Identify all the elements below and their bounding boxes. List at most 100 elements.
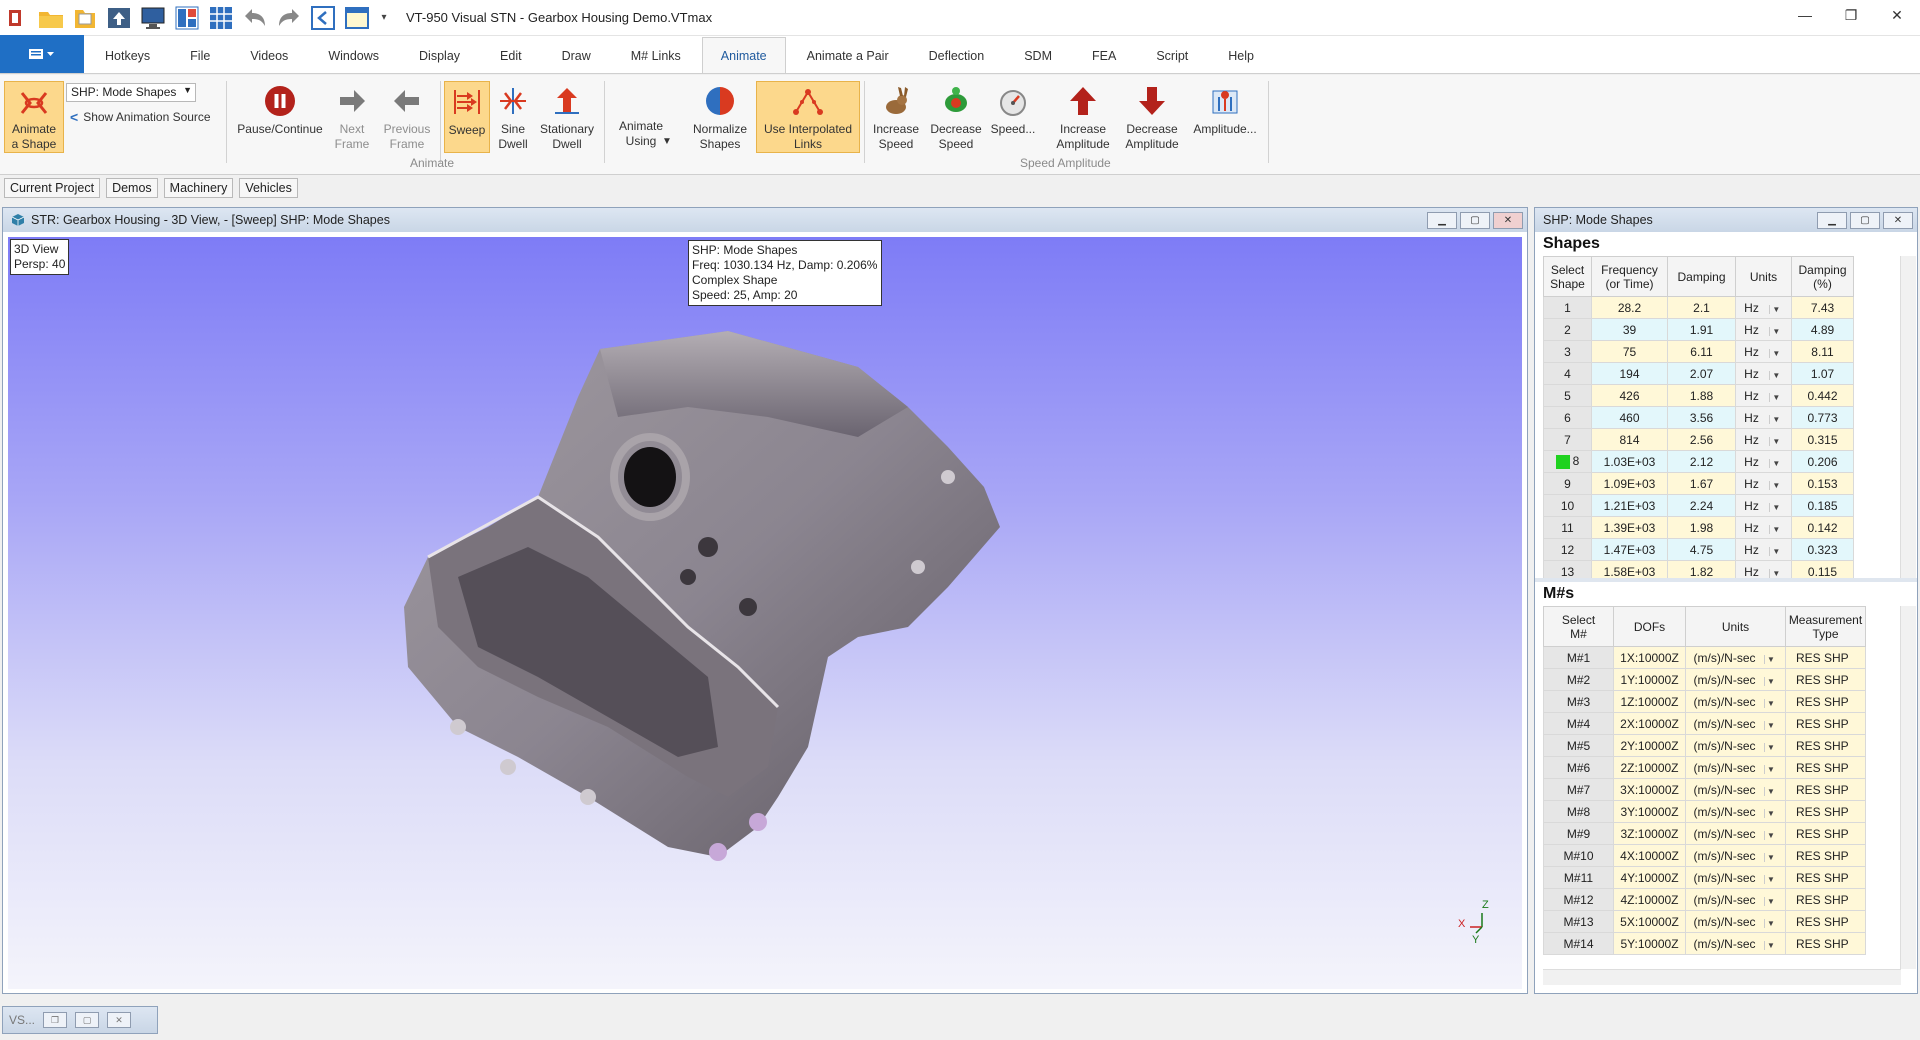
damping-cell[interactable]: 6.11	[1667, 340, 1736, 363]
measurement-type-cell[interactable]: RES SHP	[1785, 712, 1866, 735]
damping-percent-cell[interactable]: 7.43	[1791, 296, 1854, 319]
table-row[interactable]: 12 1.47E+03 4.75 Hz ▼ 0.323	[1543, 538, 1854, 561]
table-row[interactable]: M#1 1X:10000Z (m/s)/N-sec ▼ RES SHP	[1543, 646, 1866, 669]
chevron-down-icon[interactable]: ▼	[1768, 546, 1783, 556]
column-header-damping-percent[interactable]: Damping (%)	[1791, 256, 1854, 297]
tab-sdm[interactable]: SDM	[1005, 37, 1071, 73]
units-cell[interactable]: (m/s)/N-sec ▼	[1685, 910, 1786, 933]
measurement-type-cell[interactable]: RES SHP	[1785, 910, 1866, 933]
damping-percent-cell[interactable]: 0.153	[1791, 472, 1854, 495]
chevron-down-icon[interactable]: ▼	[1763, 654, 1778, 664]
3d-viewport[interactable]: 3D View Persp: 40 SHP: Mode Shapes Freq:…	[8, 237, 1522, 989]
chevron-down-icon[interactable]: ▼	[1768, 326, 1783, 336]
m-number-cell[interactable]: M#5	[1543, 734, 1614, 757]
chevron-down-icon[interactable]: ▼	[1763, 918, 1778, 928]
redo-icon[interactable]	[274, 3, 304, 33]
speed-button[interactable]: Speed...	[990, 83, 1036, 137]
measurement-type-cell[interactable]: RES SHP	[1785, 888, 1866, 911]
shape-number-cell[interactable]: 10	[1543, 494, 1592, 517]
mnum-vertical-scrollbar[interactable]	[1900, 606, 1916, 969]
damping-percent-cell[interactable]: 0.142	[1791, 516, 1854, 539]
damping-cell[interactable]: 2.56	[1667, 428, 1736, 451]
damping-percent-cell[interactable]: 0.206	[1791, 450, 1854, 473]
frequency-cell[interactable]: 426	[1591, 384, 1668, 407]
measurement-type-cell[interactable]: RES SHP	[1785, 690, 1866, 713]
table-row[interactable]: 11 1.39E+03 1.98 Hz ▼ 0.142	[1543, 516, 1854, 539]
animate-a-shape-button[interactable]: Animate a Shape	[4, 81, 64, 153]
m-number-cell[interactable]: M#14	[1543, 932, 1614, 955]
frequency-cell[interactable]: 75	[1591, 340, 1668, 363]
chevron-down-icon[interactable]: ▼	[1768, 480, 1783, 490]
measurement-type-cell[interactable]: RES SHP	[1785, 822, 1866, 845]
open-folder-icon[interactable]	[36, 3, 66, 33]
damping-percent-cell[interactable]: 0.323	[1791, 538, 1854, 561]
project-tab-vehicles[interactable]: Vehicles	[239, 178, 298, 198]
m-number-cell[interactable]: M#10	[1543, 844, 1614, 867]
dofs-cell[interactable]: 2Y:10000Z	[1613, 734, 1686, 757]
tab-animate-a-pair[interactable]: Animate a Pair	[788, 37, 908, 73]
shape-source-dropdown[interactable]: SHP: Mode Shapes ▼	[66, 83, 196, 102]
units-cell[interactable]: Hz ▼	[1735, 340, 1792, 363]
damping-percent-cell[interactable]: 8.11	[1791, 340, 1854, 363]
dofs-cell[interactable]: 3Y:10000Z	[1613, 800, 1686, 823]
shape-number-cell[interactable]: 8	[1543, 450, 1592, 473]
units-cell[interactable]: (m/s)/N-sec ▼	[1685, 844, 1786, 867]
show-animation-source-button[interactable]: < Show Animation Source	[70, 109, 211, 125]
shape-number-cell[interactable]: 9	[1543, 472, 1592, 495]
chevron-down-icon[interactable]: ▼	[1763, 786, 1778, 796]
tab-windows[interactable]: Windows	[309, 37, 398, 73]
damping-percent-cell[interactable]: 0.185	[1791, 494, 1854, 517]
measurement-type-cell[interactable]: RES SHP	[1785, 756, 1866, 779]
units-cell[interactable]: (m/s)/N-sec ▼	[1685, 822, 1786, 845]
animate-using-dropdown[interactable]: Animate Using	[614, 119, 668, 149]
m-number-cell[interactable]: M#3	[1543, 690, 1614, 713]
chevron-down-icon[interactable]: ▼	[1763, 698, 1778, 708]
back-window-icon[interactable]	[308, 3, 338, 33]
dofs-cell[interactable]: 4X:10000Z	[1613, 844, 1686, 867]
measurement-type-cell[interactable]: RES SHP	[1785, 734, 1866, 757]
units-cell[interactable]: (m/s)/N-sec ▼	[1685, 888, 1786, 911]
units-cell[interactable]: Hz ▼	[1735, 472, 1792, 495]
units-cell[interactable]: Hz ▼	[1735, 516, 1792, 539]
stationary-dwell-button[interactable]: Stationary Dwell	[536, 83, 598, 152]
damping-percent-cell[interactable]: 0.315	[1791, 428, 1854, 451]
units-cell[interactable]: (m/s)/N-sec ▼	[1685, 734, 1786, 757]
next-frame-button[interactable]: Next Frame	[332, 83, 372, 152]
measurement-type-cell[interactable]: RES SHP	[1785, 866, 1866, 889]
tab-hotkeys[interactable]: Hotkeys	[86, 37, 169, 73]
layout-icon[interactable]	[172, 3, 202, 33]
table-row[interactable]: 1 28.2 2.1 Hz ▼ 7.43	[1543, 296, 1854, 319]
gearbox-housing-model[interactable]	[388, 327, 1128, 887]
frequency-cell[interactable]: 1.03E+03	[1591, 450, 1668, 473]
measurement-type-cell[interactable]: RES SHP	[1785, 932, 1866, 955]
frequency-cell[interactable]: 1.09E+03	[1591, 472, 1668, 495]
column-header-frequency[interactable]: Frequency (or Time)	[1591, 256, 1668, 297]
amplitude-button[interactable]: Amplitude...	[1190, 83, 1260, 137]
previous-frame-button[interactable]: Previous Frame	[380, 83, 434, 152]
column-header-damping[interactable]: Damping	[1667, 256, 1736, 297]
application-menu-button[interactable]	[0, 35, 84, 73]
damping-percent-cell[interactable]: 1.07	[1791, 362, 1854, 385]
table-row[interactable]: M#14 5Y:10000Z (m/s)/N-sec ▼ RES SHP	[1543, 932, 1866, 955]
units-cell[interactable]: (m/s)/N-sec ▼	[1685, 800, 1786, 823]
units-cell[interactable]: (m/s)/N-sec ▼	[1685, 668, 1786, 691]
m-number-cell[interactable]: M#12	[1543, 888, 1614, 911]
shape-number-cell[interactable]: 7	[1543, 428, 1592, 451]
m-number-cell[interactable]: M#4	[1543, 712, 1614, 735]
measurement-type-cell[interactable]: RES SHP	[1785, 844, 1866, 867]
damping-cell[interactable]: 3.56	[1667, 406, 1736, 429]
customize-qat-icon[interactable]: ▾	[376, 3, 392, 33]
tab-videos[interactable]: Videos	[231, 37, 307, 73]
m-number-cell[interactable]: M#2	[1543, 668, 1614, 691]
maximize-button[interactable]: ▢	[75, 1012, 100, 1028]
tab-m-links[interactable]: M# Links	[612, 37, 700, 73]
column-header-measurement-type[interactable]: Measurement Type	[1785, 606, 1866, 647]
m-number-cell[interactable]: M#13	[1543, 910, 1614, 933]
damping-cell[interactable]: 1.82	[1667, 560, 1736, 578]
close-button[interactable]: ✕	[1493, 212, 1523, 229]
project-tab-current-project[interactable]: Current Project	[4, 178, 101, 198]
table-row[interactable]: 9 1.09E+03 1.67 Hz ▼ 0.153	[1543, 472, 1854, 495]
units-cell[interactable]: Hz ▼	[1735, 538, 1792, 561]
maximize-button[interactable]: ▢	[1460, 212, 1490, 229]
use-interpolated-links-button[interactable]: Use Interpolated Links	[756, 81, 860, 153]
